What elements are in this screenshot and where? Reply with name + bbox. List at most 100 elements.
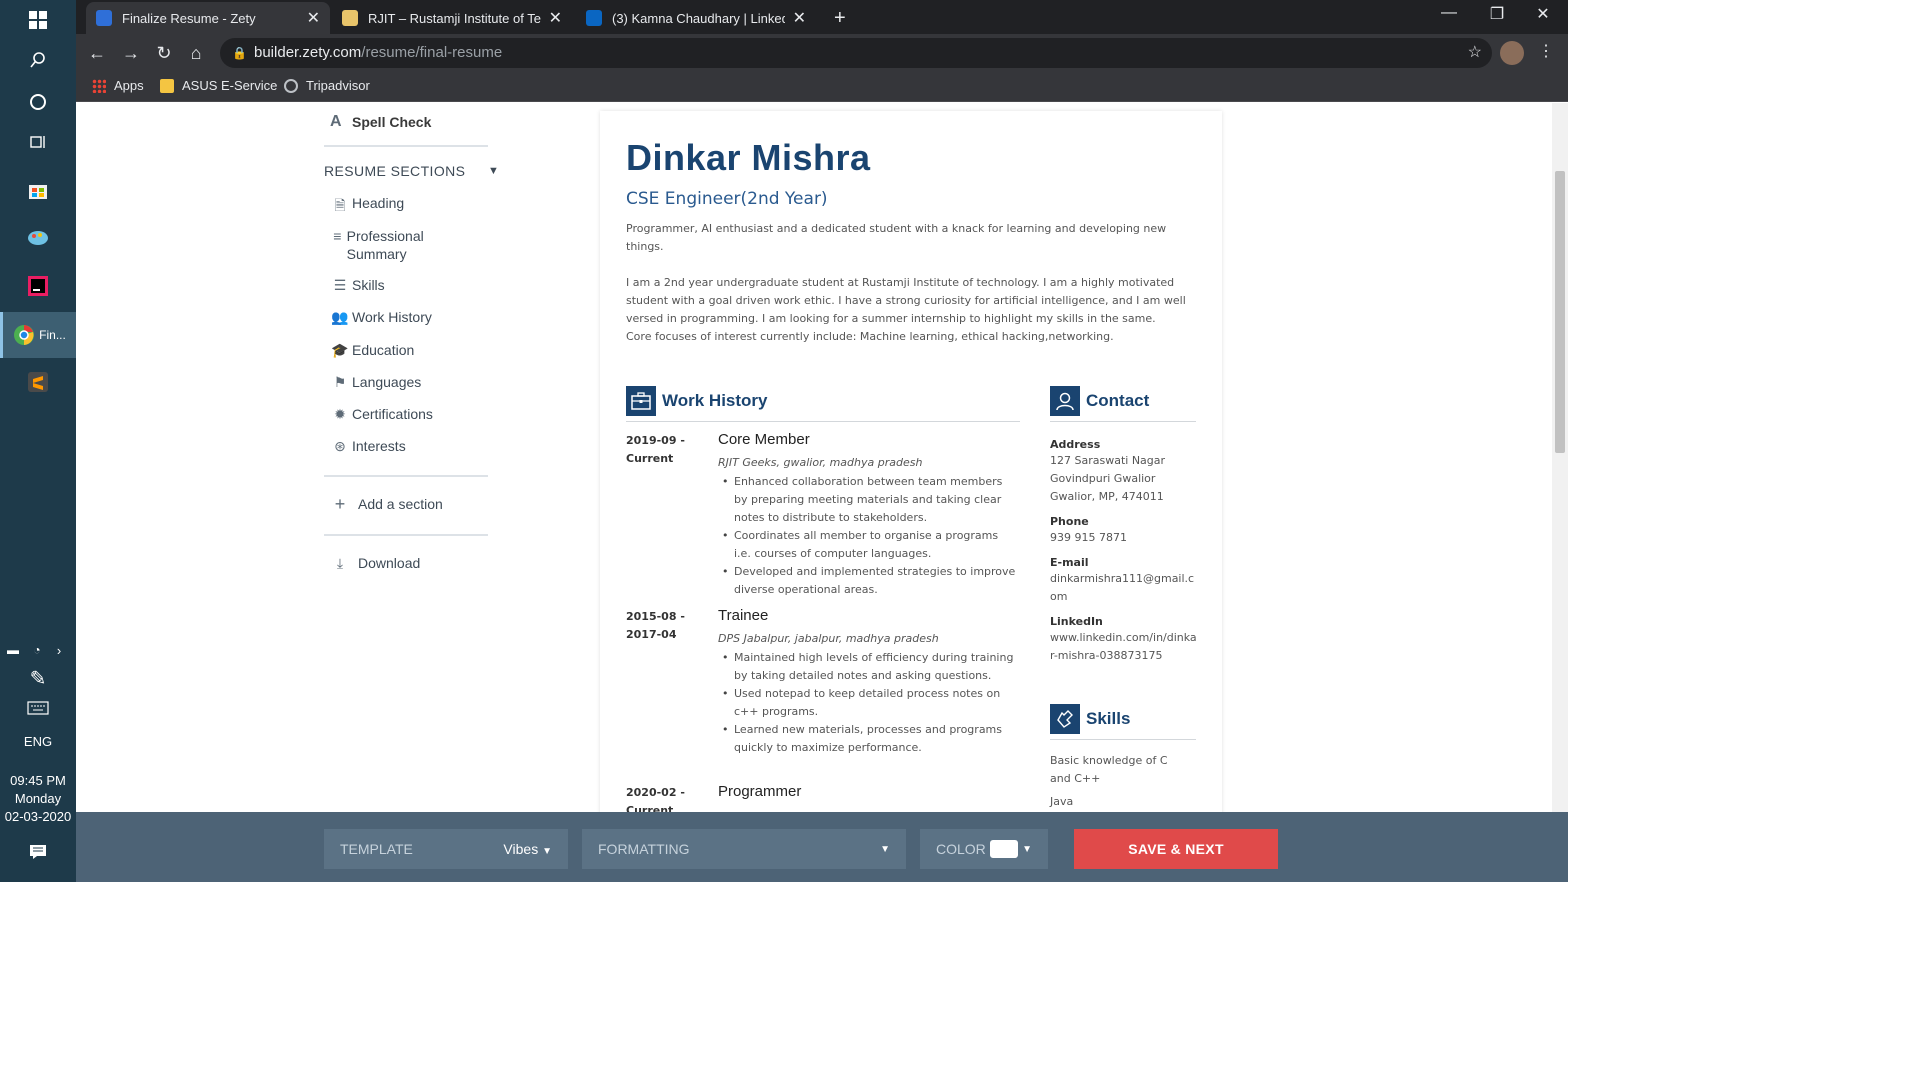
resume-sections-header[interactable]: RESUME SECTIONS [324, 163, 465, 179]
caret-down-icon[interactable]: ▼ [488, 165, 499, 177]
close-tab-icon[interactable]: ✕ [793, 8, 806, 28]
clock-date: 02-03-2020 [4, 809, 72, 824]
minimize-icon[interactable]: — [1426, 4, 1472, 22]
language-indicator[interactable]: ENG [0, 734, 76, 749]
job-title: Programmer [718, 783, 802, 800]
forward-icon[interactable]: → [118, 40, 144, 66]
download-button[interactable]: ⤓ Download [330, 555, 420, 572]
paint-app-icon[interactable] [0, 218, 76, 258]
chrome-taskbar-item[interactable]: Fin... [0, 312, 76, 358]
bookmark-apps[interactable]: Apps [92, 78, 144, 93]
sidebar-item-professional-summary[interactable]: ≡ Professional Summary [330, 227, 450, 263]
keyboard-icon[interactable] [0, 688, 76, 728]
formatting-label: FORMATTING [598, 841, 690, 857]
url-host: builder.zety.com [254, 44, 362, 61]
back-icon[interactable]: ← [84, 40, 110, 66]
sublime-text-icon[interactable] [0, 362, 76, 402]
list-item: Developed and implemented strategies to … [718, 563, 1018, 599]
download-label: Download [358, 555, 421, 571]
reload-icon[interactable]: ↻ [151, 40, 177, 66]
menu-kebab-icon[interactable]: ⋮ [1538, 41, 1554, 61]
browser-tab[interactable]: Finalize Resume - Zety ✕ [86, 2, 330, 34]
color-selector[interactable]: COLOR ▼ [920, 829, 1048, 869]
sections-header-label: RESUME SECTIONS [324, 163, 466, 179]
sidebar-item-label: Interests [352, 438, 406, 454]
briefcase-icon [626, 386, 656, 416]
linkedin-label: LinkedIn [1050, 615, 1103, 628]
sidebar-item-label: Languages [352, 374, 422, 390]
template-label: TEMPLATE [340, 841, 413, 857]
sidebar-item-skills[interactable]: ☰ Skills [330, 277, 385, 294]
sidebar-item-education[interactable]: 🎓 Education [330, 342, 414, 359]
list-icon: ☰ [333, 277, 347, 293]
skills-icon [1050, 704, 1080, 734]
email-value: dinkarmishra111@gmail.com [1050, 572, 1195, 603]
cortana-icon[interactable] [0, 82, 76, 122]
add-section-button[interactable]: + Add a section [330, 495, 443, 513]
sidebar-item-certifications[interactable]: ✹ Certifications [330, 406, 433, 423]
color-label: COLOR [936, 841, 986, 857]
close-window-icon[interactable]: ✕ [1520, 4, 1566, 24]
browser-toolbar: ← → ↻ ⌂ 🔒 builder.zety.com/resume/final-… [76, 34, 1568, 72]
page-scrollbar[interactable] [1552, 103, 1568, 812]
bookmark-asus[interactable]: ASUS E-Service [160, 78, 277, 93]
resume-job-title: CSE Engineer(2nd Year) [626, 189, 828, 209]
new-tab-button[interactable]: + [824, 2, 856, 34]
list-item: Learned new materials, processes and pro… [718, 721, 1018, 757]
template-value: Vibes ▼ [503, 841, 552, 857]
sidebar-item-interests[interactable]: ⊛ Interests [330, 438, 406, 455]
scrollbar-thumb[interactable] [1555, 171, 1565, 453]
resume-preview[interactable]: Dinkar Mishra CSE Engineer(2nd Year) Pro… [600, 111, 1222, 812]
sidebar-item-heading[interactable]: 🗎 Heading [330, 195, 404, 219]
close-tab-icon[interactable]: ✕ [307, 8, 320, 28]
page-content: A Spell Check RESUME SECTIONS ▼ 🗎 Headin… [76, 103, 1552, 812]
builder-bottom-bar: TEMPLATE Vibes ▼ FORMATTING ▼ COLOR ▼ SA… [76, 812, 1568, 882]
clock-time[interactable]: 09:45 PM [0, 773, 76, 788]
tab-title: RJIT – Rustamji Institute of Techn [368, 10, 541, 26]
formatting-selector[interactable]: FORMATTING ▼ [582, 829, 906, 869]
clock-day: Monday [14, 791, 62, 806]
spell-check-button[interactable]: A Spell Check [330, 113, 431, 131]
home-icon[interactable]: ⌂ [183, 40, 209, 66]
bookmark-label: Tripadvisor [306, 78, 370, 93]
close-tab-icon[interactable]: ✕ [549, 8, 562, 28]
sidebar-item-work-history[interactable]: 👥 Work History [330, 309, 432, 326]
skills-heading: Skills [1050, 704, 1130, 734]
job-date-end: Current [626, 452, 674, 465]
bookmark-star-icon[interactable]: ☆ [1468, 42, 1482, 62]
email-label: E-mail [1050, 556, 1089, 569]
restore-icon[interactable]: ❐ [1474, 4, 1520, 24]
lock-icon: 🔒 [232, 46, 247, 60]
file-icon: 🗎 [334, 197, 346, 213]
caret-down-icon: ▼ [542, 846, 552, 857]
store-icon[interactable] [0, 170, 76, 210]
summary-focus: Core focuses of interest currently inclu… [626, 330, 1114, 343]
task-view-icon[interactable] [0, 122, 76, 162]
caret-down-icon: ▼ [880, 843, 890, 855]
windows-start-icon[interactable] [0, 0, 76, 40]
address-bar[interactable]: 🔒 builder.zety.com/resume/final-resume [220, 38, 1492, 68]
address-label: Address [1050, 438, 1101, 451]
notification-icon[interactable] [0, 832, 76, 872]
job-title: Trainee [718, 607, 769, 624]
list-item: Enhanced collaboration between team memb… [718, 473, 1018, 527]
basketball-icon: ⊛ [334, 438, 346, 454]
sidebar-item-label: Education [352, 342, 415, 358]
list-item: Maintained high levels of efficiency dur… [718, 649, 1018, 685]
sidebar-item-languages[interactable]: ⚑ Languages [330, 374, 422, 391]
search-icon[interactable] [0, 40, 76, 80]
bookmark-label: ASUS E-Service [182, 78, 278, 93]
profile-avatar[interactable] [1500, 41, 1524, 65]
badge-icon: ✹ [334, 406, 346, 422]
browser-tab[interactable]: (3) Kamna Chaudhary | LinkedIn ✕ [576, 2, 816, 34]
user-icon [1050, 386, 1080, 416]
browser-tab[interactable]: RJIT – Rustamji Institute of Techn ✕ [332, 2, 572, 34]
sidebar-item-label: Heading [352, 195, 405, 211]
intellij-icon[interactable] [0, 266, 76, 306]
job-date-start: 2019-09 - [626, 434, 685, 447]
save-next-button[interactable]: SAVE & NEXT [1074, 829, 1278, 869]
sidebar-item-label: Certifications [352, 406, 433, 422]
bookmark-tripadvisor[interactable]: Tripadvisor [284, 78, 370, 93]
divider [324, 475, 488, 477]
template-selector[interactable]: TEMPLATE Vibes ▼ [324, 829, 568, 869]
